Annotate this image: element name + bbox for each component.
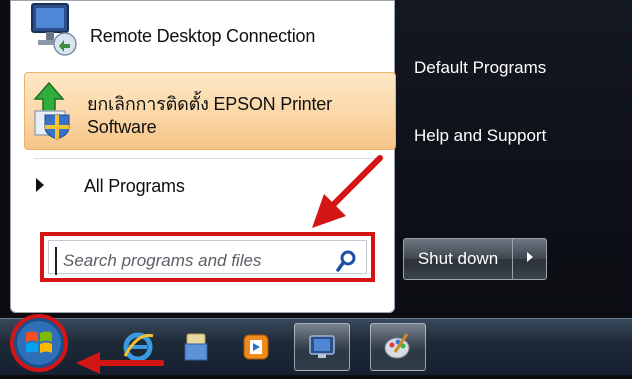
triangle-right-icon [34, 176, 46, 199]
annotation-arrow [74, 352, 165, 379]
media-player-icon[interactable] [228, 323, 284, 371]
start-orb-button[interactable] [6, 312, 72, 379]
search-field[interactable] [48, 240, 367, 275]
default-programs-link[interactable]: Default Programs [414, 58, 546, 78]
file-explorer-icon[interactable] [168, 323, 224, 371]
shutdown-button[interactable]: Shut down [403, 238, 513, 280]
triangle-right-icon [525, 250, 535, 268]
remote-desktop-icon [28, 0, 78, 60]
program-label-line1: ยกเลิกการติดตั้ง EPSON Printer [87, 94, 332, 114]
search-input[interactable] [55, 247, 345, 275]
program-label-line2: Software [87, 117, 157, 137]
uninstall-icon [29, 81, 79, 141]
program-label: Remote Desktop Connection [90, 26, 316, 46]
search-icon[interactable] [336, 249, 358, 278]
annotation-arrow [300, 150, 390, 245]
paint-icon[interactable] [370, 323, 426, 371]
shutdown-options-button[interactable] [513, 238, 547, 280]
help-and-support-link[interactable]: Help and Support [414, 126, 546, 146]
program-item-remote-desktop[interactable]: Remote Desktop Connection [24, 0, 394, 66]
remote-desktop-taskbar-icon[interactable] [294, 323, 350, 371]
program-item-epson-uninstall[interactable]: ยกเลิกการติดตั้ง EPSON Printer Software [24, 72, 396, 150]
all-programs-label: All Programs [84, 176, 185, 196]
